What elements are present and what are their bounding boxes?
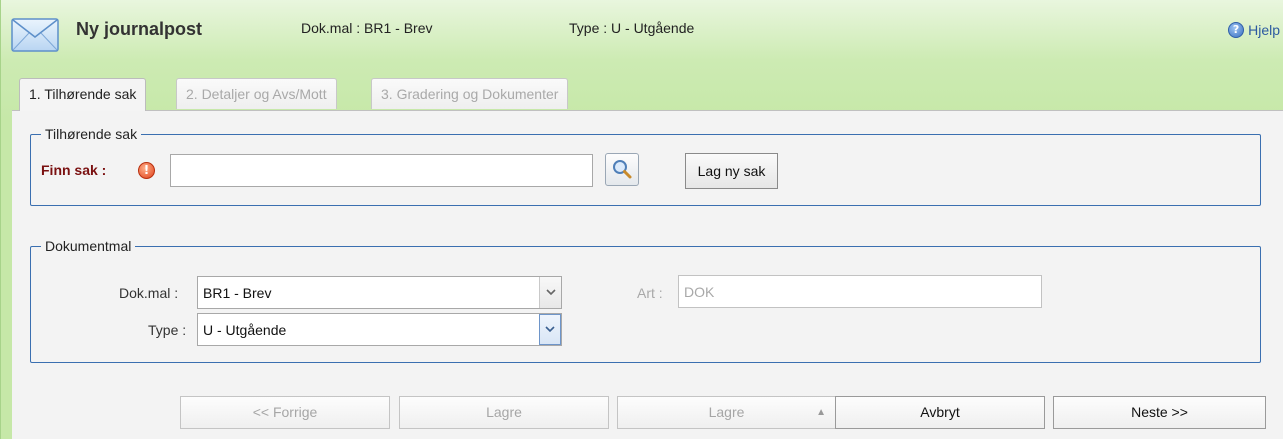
- magnifier-icon: [613, 160, 632, 179]
- lagre-dropdown-button[interactable]: Lagre ▲: [617, 396, 836, 429]
- journalpost-window: Ny journalpost Dok.mal : BR1 - Brev Type…: [0, 0, 1283, 439]
- art-input: [678, 275, 1042, 308]
- avbryt-button[interactable]: Avbryt: [835, 396, 1045, 429]
- type-select[interactable]: U - Utgående: [197, 313, 562, 346]
- neste-button[interactable]: Neste >>: [1053, 396, 1266, 429]
- tab-panel: Tilhørende sak Finn sak : ! Lag ny sak D…: [12, 110, 1283, 439]
- tab-gradering-og-dokumenter[interactable]: 3. Gradering og Dokumenter: [371, 78, 569, 109]
- lag-ny-sak-button[interactable]: Lag ny sak: [685, 153, 778, 189]
- page-title: Ny journalpost: [76, 19, 203, 39]
- finn-sak-input[interactable]: [170, 154, 593, 187]
- dokmal-label: Dok.mal :: [119, 285, 179, 301]
- help-link-label: Hjelp: [1248, 22, 1280, 38]
- help-link[interactable]: ? Hjelp: [1228, 22, 1280, 38]
- forrige-button[interactable]: << Forrige: [180, 396, 390, 429]
- envelope-icon: [11, 18, 59, 52]
- exclamation-icon: !: [138, 162, 155, 179]
- tilhorende-sak-legend: Tilhørende sak: [45, 126, 138, 142]
- tab-detaljer-og-avs-mott[interactable]: 2. Detaljer og Avs/Mott: [176, 78, 337, 109]
- type-select-value: U - Utgående: [203, 322, 287, 338]
- finn-sak-label: Finn sak :: [41, 162, 107, 178]
- dokmal-select-value: BR1 - Brev: [203, 285, 272, 301]
- header-type-info: Type : U - Utgående: [569, 20, 695, 36]
- type-label: Type :: [148, 322, 187, 338]
- chevron-down-icon[interactable]: [539, 314, 561, 345]
- chevron-down-icon[interactable]: [539, 277, 561, 308]
- search-sak-button[interactable]: [605, 153, 639, 186]
- help-circle-icon: ?: [1228, 22, 1245, 38]
- lagre-dropdown-label: Lagre: [708, 404, 745, 420]
- art-label: Art :: [637, 285, 663, 301]
- lagre-button[interactable]: Lagre: [399, 396, 609, 429]
- header-dokmal-info: Dok.mal : BR1 - Brev: [301, 20, 433, 36]
- dokmal-select[interactable]: BR1 - Brev: [197, 276, 562, 309]
- dokumentmal-legend: Dokumentmal: [45, 238, 132, 254]
- caret-up-icon: ▲: [816, 407, 826, 418]
- tab-tilhorende-sak[interactable]: 1. Tilhørende sak: [19, 78, 147, 111]
